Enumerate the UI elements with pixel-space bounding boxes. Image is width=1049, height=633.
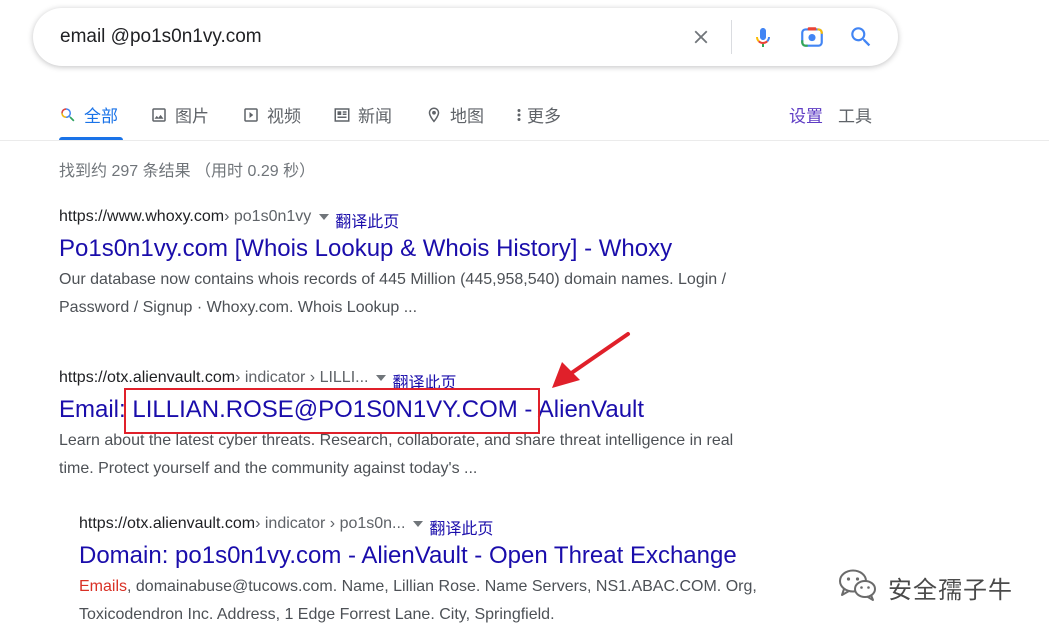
result-domain: https://www.whoxy.com — [59, 208, 225, 225]
result-snippet: Learn about the latest cyber threats. Re… — [59, 427, 733, 483]
tab-all-label: 全部 — [84, 107, 118, 126]
title-prefix: Email: — [59, 396, 133, 423]
snippet-emphasis: Emails — [79, 578, 128, 595]
result-snippet: Our database now contains whois records … — [59, 266, 726, 322]
search-input[interactable] — [60, 25, 660, 49]
search-icon[interactable] — [847, 23, 875, 51]
snippet-line: Emails, domainabuse@tucows.com. Name, Li… — [79, 573, 757, 601]
result-path: › indicator › po1s0n... — [255, 515, 406, 532]
tab-videos[interactable]: 视频 — [242, 102, 301, 127]
highlight-box — [124, 388, 540, 434]
more-vert-icon — [514, 106, 524, 124]
search-divider — [731, 20, 732, 54]
result-title[interactable]: Po1s0n1vy.com [Whois Lookup & Whois Hist… — [59, 235, 726, 263]
result-path: › indicator › LILLI... — [235, 369, 369, 386]
result-domain: https://otx.alienvault.com — [59, 369, 236, 386]
tabs-divider — [0, 140, 1049, 141]
clear-icon[interactable] — [687, 23, 715, 51]
search-icon — [59, 106, 77, 124]
image-icon — [150, 106, 168, 124]
video-icon — [242, 106, 260, 124]
caret-down-icon[interactable] — [376, 375, 387, 381]
tab-videos-label: 视频 — [267, 107, 301, 126]
tools-link[interactable]: 工具 — [838, 102, 872, 127]
tab-news-label: 新闻 — [358, 107, 392, 126]
tab-maps[interactable]: 地图 — [425, 102, 484, 127]
result-url[interactable]: https://www.whoxy.com › po1s0n1vy 翻译此页 — [59, 205, 726, 232]
caret-down-icon[interactable] — [413, 521, 424, 527]
news-icon — [333, 106, 351, 124]
tab-more-label: 更多 — [527, 107, 561, 126]
snippet-line: Password / Signup · Whoxy.com. Whois Loo… — [59, 299, 418, 316]
google-search-page: 全部 图片 视频 新闻 地图 — [0, 0, 1049, 633]
caret-down-icon[interactable] — [319, 214, 330, 220]
result-domain: https://otx.alienvault.com — [79, 515, 256, 532]
snippet-line: Our database now contains whois records … — [59, 271, 727, 288]
result-url[interactable]: https://otx.alienvault.com › indicator ›… — [79, 512, 757, 539]
result-title[interactable]: Domain: po1s0n1vy.com - AlienVault - Ope… — [79, 542, 757, 570]
result-stats: 找到约 297 条结果 （用时 0.29 秒） — [59, 163, 316, 180]
result-snippet: Emails, domainabuse@tucows.com. Name, Li… — [79, 573, 757, 629]
tab-images-label: 图片 — [175, 107, 209, 126]
tab-maps-label: 地图 — [450, 107, 484, 126]
tab-images[interactable]: 图片 — [150, 102, 209, 127]
annotation-arrow-icon — [552, 332, 630, 388]
search-result: https://www.whoxy.com › po1s0n1vy 翻译此页 P… — [59, 205, 726, 322]
snippet-text: , domainabuse@tucows.com. Name, Lillian … — [127, 578, 757, 595]
search-result: https://otx.alienvault.com › indicator ›… — [79, 512, 757, 629]
search-box[interactable] — [33, 8, 898, 66]
snippet-line: Toxicodendron Inc. Address, 1 Edge Forre… — [79, 606, 555, 623]
wechat-icon — [838, 568, 878, 607]
map-pin-icon — [425, 106, 443, 124]
snippet-line: time. Protect yourself and the community… — [59, 460, 478, 477]
camera-lens-icon[interactable] — [798, 23, 826, 51]
result-path: › po1s0n1vy — [224, 208, 312, 225]
tab-news[interactable]: 新闻 — [333, 102, 392, 127]
tab-all[interactable]: 全部 — [59, 102, 118, 127]
translate-link[interactable]: 翻译此页 — [335, 208, 399, 232]
watermark-text: 安全孺子牛 — [888, 577, 1013, 604]
settings-link[interactable]: 设置 — [789, 102, 823, 127]
microphone-icon[interactable] — [749, 23, 777, 51]
translate-link[interactable]: 翻译此页 — [429, 515, 493, 539]
watermark: 安全孺子牛 — [838, 568, 1013, 607]
tab-more[interactable]: 更多 — [514, 102, 561, 127]
search-tabs: 全部 图片 视频 新闻 地图 更多 设置 工具 — [0, 90, 1049, 140]
